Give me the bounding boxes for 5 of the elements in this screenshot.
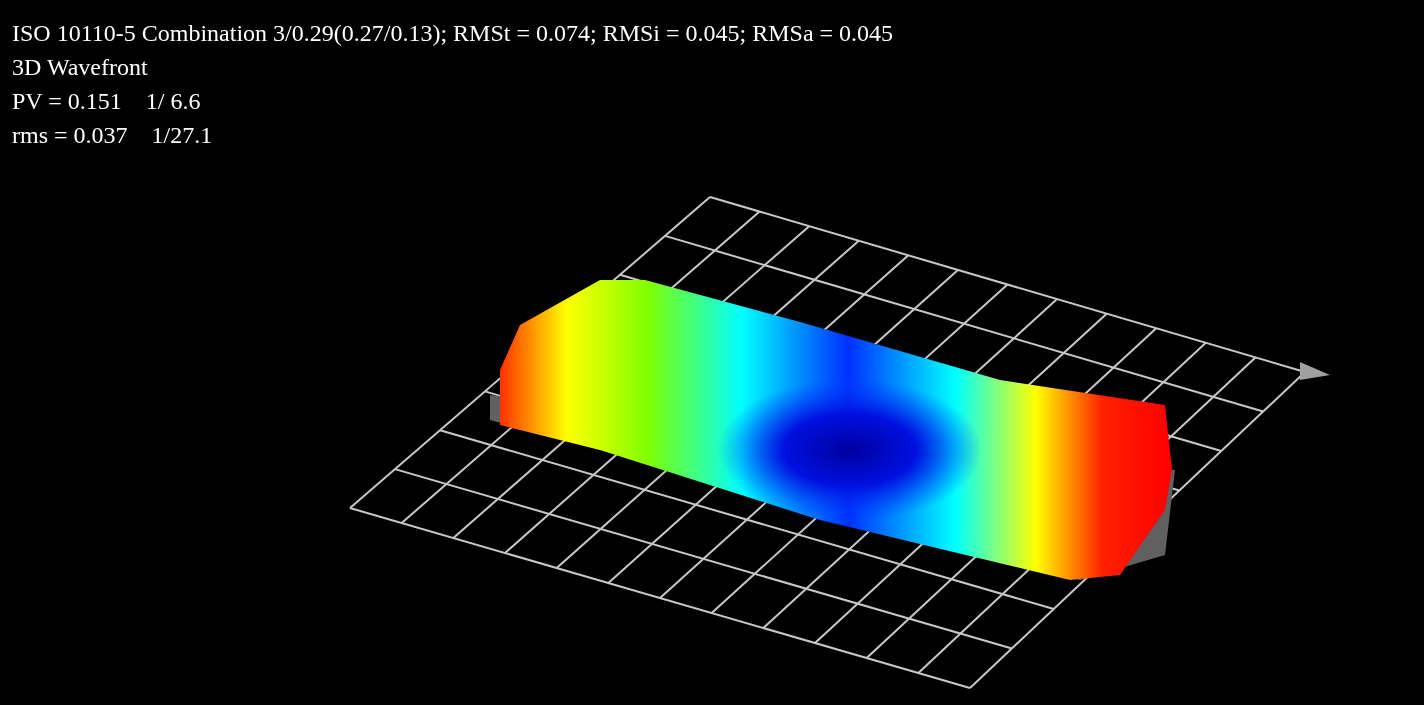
plot-info-text: rms = 0.037 1/27.1 <box>12 121 213 150</box>
axis-arrow-icon <box>1300 362 1330 380</box>
plot-info-text: 3D Wavefront <box>12 53 148 82</box>
plot-info-text: PV = 0.151 1/ 6.6 <box>12 87 201 116</box>
plot-info-text: ISO 10110-5 Combination 3/0.29(0.27/0.13); RMSt = 0.074; RMSi = 0.045; RMSa = 0.045 <box>12 19 894 48</box>
